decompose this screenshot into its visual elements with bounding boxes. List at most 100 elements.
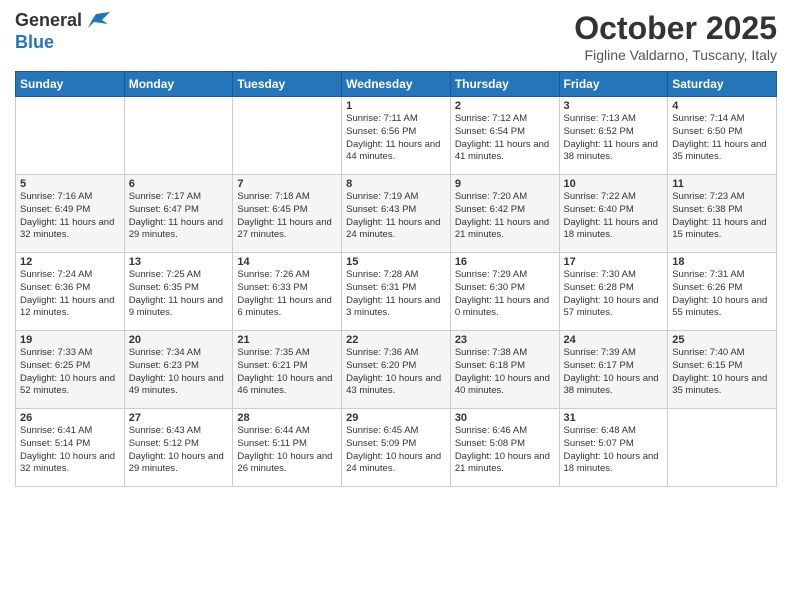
day-number: 8 — [346, 178, 446, 190]
day-info: Daylight: 10 hours and 21 minutes. — [455, 451, 555, 477]
calendar-cell — [124, 97, 233, 175]
day-number: 7 — [237, 178, 337, 190]
day-info: Sunrise: 7:40 AM — [672, 347, 772, 360]
day-info: Sunset: 6:17 PM — [564, 360, 664, 373]
day-number: 4 — [672, 100, 772, 112]
calendar-cell: 1Sunrise: 7:11 AMSunset: 6:56 PMDaylight… — [342, 97, 451, 175]
day-header-thursday: Thursday — [450, 72, 559, 97]
calendar-cell: 10Sunrise: 7:22 AMSunset: 6:40 PMDayligh… — [559, 175, 668, 253]
day-info: Daylight: 11 hours and 3 minutes. — [346, 295, 446, 321]
calendar-cell — [233, 97, 342, 175]
day-number: 10 — [564, 178, 664, 190]
day-number: 19 — [20, 334, 120, 346]
day-info: Sunrise: 7:14 AM — [672, 113, 772, 126]
day-info: Daylight: 11 hours and 32 minutes. — [20, 217, 120, 243]
day-info: Sunrise: 7:30 AM — [564, 269, 664, 282]
week-row-2: 5Sunrise: 7:16 AMSunset: 6:49 PMDaylight… — [16, 175, 777, 253]
day-number: 3 — [564, 100, 664, 112]
day-info: Sunrise: 6:48 AM — [564, 425, 664, 438]
day-info: Daylight: 10 hours and 29 minutes. — [129, 451, 229, 477]
day-number: 14 — [237, 256, 337, 268]
day-info: Daylight: 11 hours and 38 minutes. — [564, 139, 664, 165]
calendar-cell: 20Sunrise: 7:34 AMSunset: 6:23 PMDayligh… — [124, 331, 233, 409]
week-row-4: 19Sunrise: 7:33 AMSunset: 6:25 PMDayligh… — [16, 331, 777, 409]
day-number: 6 — [129, 178, 229, 190]
day-info: Daylight: 10 hours and 35 minutes. — [672, 373, 772, 399]
day-number: 21 — [237, 334, 337, 346]
day-number: 31 — [564, 412, 664, 424]
day-info: Sunset: 6:21 PM — [237, 360, 337, 373]
day-info: Daylight: 10 hours and 38 minutes. — [564, 373, 664, 399]
calendar-cell: 14Sunrise: 7:26 AMSunset: 6:33 PMDayligh… — [233, 253, 342, 331]
day-info: Daylight: 11 hours and 35 minutes. — [672, 139, 772, 165]
day-info: Sunrise: 7:13 AM — [564, 113, 664, 126]
day-info: Daylight: 11 hours and 9 minutes. — [129, 295, 229, 321]
header: General Blue October 2025 Figline Valdar… — [15, 10, 777, 63]
calendar-cell — [668, 409, 777, 487]
day-number: 26 — [20, 412, 120, 424]
day-info: Sunrise: 6:43 AM — [129, 425, 229, 438]
day-info: Sunset: 6:15 PM — [672, 360, 772, 373]
day-info: Sunrise: 7:23 AM — [672, 191, 772, 204]
calendar-cell: 13Sunrise: 7:25 AMSunset: 6:35 PMDayligh… — [124, 253, 233, 331]
day-info: Daylight: 11 hours and 27 minutes. — [237, 217, 337, 243]
day-info: Sunset: 6:18 PM — [455, 360, 555, 373]
calendar-cell: 11Sunrise: 7:23 AMSunset: 6:38 PMDayligh… — [668, 175, 777, 253]
day-info: Sunset: 6:36 PM — [20, 282, 120, 295]
location: Figline Valdarno, Tuscany, Italy — [574, 47, 777, 63]
day-number: 22 — [346, 334, 446, 346]
day-info: Daylight: 11 hours and 29 minutes. — [129, 217, 229, 243]
day-number: 5 — [20, 178, 120, 190]
calendar-cell: 4Sunrise: 7:14 AMSunset: 6:50 PMDaylight… — [668, 97, 777, 175]
calendar-cell — [16, 97, 125, 175]
day-info: Daylight: 11 hours and 15 minutes. — [672, 217, 772, 243]
day-info: Sunset: 6:20 PM — [346, 360, 446, 373]
day-info: Sunset: 6:25 PM — [20, 360, 120, 373]
day-info: Sunrise: 7:29 AM — [455, 269, 555, 282]
day-info: Sunset: 5:14 PM — [20, 438, 120, 451]
calendar-cell: 15Sunrise: 7:28 AMSunset: 6:31 PMDayligh… — [342, 253, 451, 331]
calendar-cell: 22Sunrise: 7:36 AMSunset: 6:20 PMDayligh… — [342, 331, 451, 409]
month-title: October 2025 — [574, 10, 777, 47]
day-info: Sunrise: 7:24 AM — [20, 269, 120, 282]
title-block: October 2025 Figline Valdarno, Tuscany, … — [574, 10, 777, 63]
day-number: 1 — [346, 100, 446, 112]
day-info: Sunset: 6:30 PM — [455, 282, 555, 295]
day-info: Sunset: 6:40 PM — [564, 204, 664, 217]
calendar-cell: 6Sunrise: 7:17 AMSunset: 6:47 PMDaylight… — [124, 175, 233, 253]
calendar-cell: 27Sunrise: 6:43 AMSunset: 5:12 PMDayligh… — [124, 409, 233, 487]
day-info: Sunrise: 7:31 AM — [672, 269, 772, 282]
day-number: 17 — [564, 256, 664, 268]
day-number: 12 — [20, 256, 120, 268]
calendar-cell: 17Sunrise: 7:30 AMSunset: 6:28 PMDayligh… — [559, 253, 668, 331]
day-header-sunday: Sunday — [16, 72, 125, 97]
day-number: 28 — [237, 412, 337, 424]
day-info: Daylight: 11 hours and 0 minutes. — [455, 295, 555, 321]
day-number: 15 — [346, 256, 446, 268]
calendar-header-row: SundayMondayTuesdayWednesdayThursdayFrid… — [16, 72, 777, 97]
day-number: 18 — [672, 256, 772, 268]
day-info: Sunset: 6:56 PM — [346, 126, 446, 139]
day-info: Daylight: 11 hours and 18 minutes. — [564, 217, 664, 243]
calendar-cell: 25Sunrise: 7:40 AMSunset: 6:15 PMDayligh… — [668, 331, 777, 409]
day-info: Sunrise: 7:28 AM — [346, 269, 446, 282]
day-info: Daylight: 10 hours and 52 minutes. — [20, 373, 120, 399]
week-row-5: 26Sunrise: 6:41 AMSunset: 5:14 PM Dayligh… — [16, 409, 777, 487]
day-header-monday: Monday — [124, 72, 233, 97]
day-info: Sunrise: 7:16 AM — [20, 191, 120, 204]
day-info: Sunset: 6:28 PM — [564, 282, 664, 295]
calendar-cell: 30Sunrise: 6:46 AMSunset: 5:08 PMDayligh… — [450, 409, 559, 487]
week-row-3: 12Sunrise: 7:24 AMSunset: 6:36 PM Dayligh… — [16, 253, 777, 331]
calendar-cell: 5Sunrise: 7:16 AMSunset: 6:49 PMDaylight… — [16, 175, 125, 253]
day-info: Sunset: 6:38 PM — [672, 204, 772, 217]
day-info: Sunrise: 7:38 AM — [455, 347, 555, 360]
day-info: Sunrise: 7:20 AM — [455, 191, 555, 204]
day-info: Sunset: 5:12 PM — [129, 438, 229, 451]
calendar-cell: 18Sunrise: 7:31 AMSunset: 6:26 PMDayligh… — [668, 253, 777, 331]
day-info: Sunrise: 6:46 AM — [455, 425, 555, 438]
day-info: Sunrise: 6:41 AM — [20, 425, 120, 438]
calendar-cell: 29Sunrise: 6:45 AMSunset: 5:09 PMDayligh… — [342, 409, 451, 487]
day-header-wednesday: Wednesday — [342, 72, 451, 97]
day-info: Sunset: 6:26 PM — [672, 282, 772, 295]
day-info: Daylight: 10 hours and 57 minutes. — [564, 295, 664, 321]
